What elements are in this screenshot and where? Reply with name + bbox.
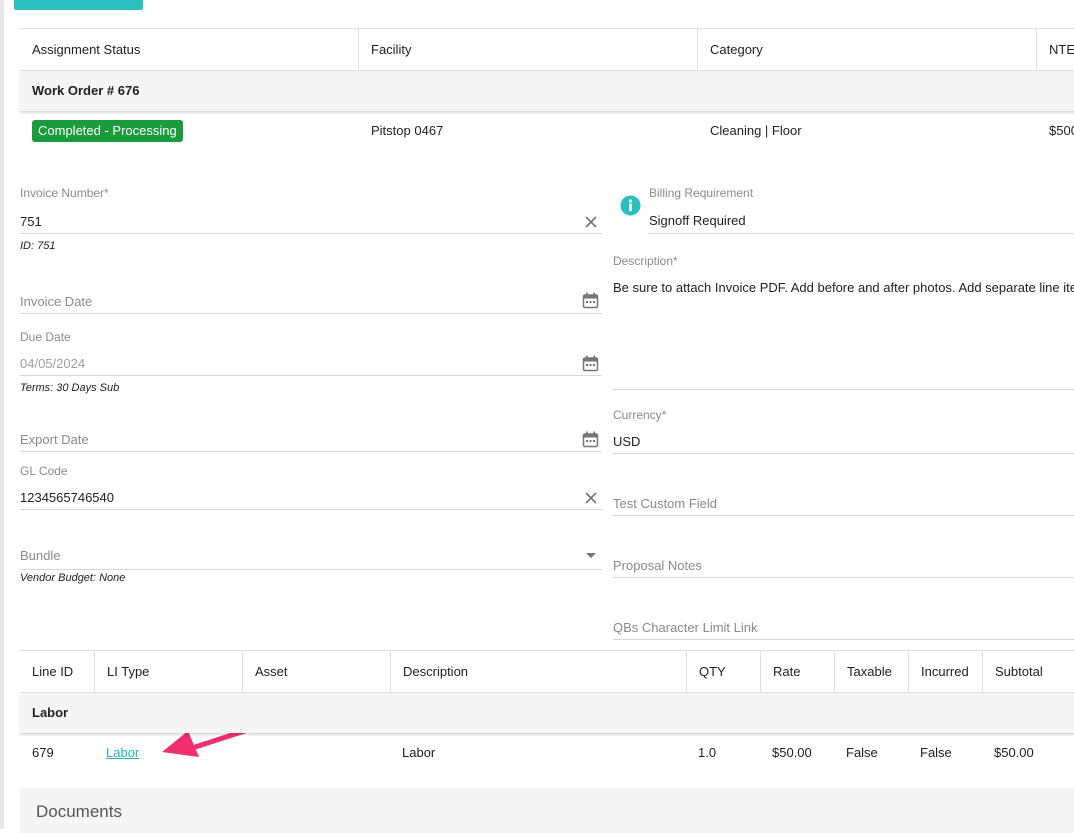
bundle-underline <box>20 569 602 570</box>
left-edge-rule <box>0 0 4 829</box>
test-custom-field-label: Test Custom Field <box>613 496 718 511</box>
gl-code-label: GL Code <box>20 464 68 478</box>
gl-code-field[interactable]: GL Code 1234565746540 <box>20 464 602 512</box>
billing-requirement-value: Signoff Required <box>649 213 746 228</box>
calendar-icon[interactable] <box>582 355 599 372</box>
terms-hint: Terms: 30 Days Sub <box>20 382 120 394</box>
work-order-group-row: Work Order # 676 <box>20 71 1074 111</box>
line-id-cell: 679 <box>32 745 54 760</box>
due-date-underline <box>20 375 602 376</box>
invoice-number-underline <box>20 233 602 234</box>
category-cell: Cleaning | Floor <box>710 123 802 138</box>
col-facility[interactable]: Facility <box>358 29 697 70</box>
li-type-cell: Labor <box>94 733 139 773</box>
incurred-cell: False <box>920 745 952 760</box>
bundle-select[interactable]: Bundle <box>20 546 602 572</box>
col-qty[interactable]: QTY <box>686 651 760 692</box>
facility-cell: Pitstop 0467 <box>371 123 444 138</box>
test-custom-field[interactable]: Test Custom Field <box>613 494 1074 518</box>
invoice-date-underline <box>20 313 602 314</box>
bundle-label: Bundle <box>20 548 61 563</box>
export-date-underline <box>20 451 602 452</box>
invoice-date-label: Invoice Date <box>20 294 93 309</box>
currency-input[interactable]: USD <box>613 434 640 449</box>
currency-field[interactable]: Currency* USD <box>613 408 1074 456</box>
due-date-label: Due Date <box>20 330 71 344</box>
col-line-id[interactable]: Line ID <box>20 651 94 692</box>
billing-requirement-underline <box>649 233 1074 234</box>
invoice-number-label: Invoice Number* <box>20 186 109 200</box>
test-custom-field-underline <box>613 515 1074 516</box>
export-date-label: Export Date <box>20 432 89 447</box>
invoice-number-input[interactable]: 751 <box>20 214 42 229</box>
qty-cell: 1.0 <box>698 745 717 760</box>
invoice-id-hint: ID: 751 <box>20 240 56 252</box>
taxable-cell: False <box>846 745 878 760</box>
col-asset[interactable]: Asset <box>242 651 390 692</box>
rate-cell: $50.00 <box>772 745 812 760</box>
due-date-field[interactable]: Due Date 04/05/2024 <box>20 330 602 378</box>
work-order-table: Assignment Status Facility Category NTE … <box>20 28 1074 151</box>
col-li-type[interactable]: LI Type <box>94 651 242 692</box>
work-order-header-row: Assignment Status Facility Category NTE <box>20 28 1074 71</box>
status-badge: Completed - Processing <box>32 120 183 142</box>
description-field[interactable]: Description* Be sure to attach Invoice P… <box>613 254 1074 392</box>
col-category[interactable]: Category <box>697 29 1036 70</box>
clear-icon[interactable] <box>584 215 598 229</box>
currency-underline <box>613 453 1074 454</box>
info-icon[interactable] <box>620 195 641 216</box>
status-cell: Completed - Processing <box>20 111 183 151</box>
vendor-budget-hint: Vendor Budget: None <box>20 572 126 584</box>
qbs-character-limit-link-label: QBs Character Limit Link <box>613 620 758 635</box>
clear-icon[interactable] <box>584 491 598 505</box>
col-assignment-status[interactable]: Assignment Status <box>20 29 358 70</box>
invoice-date-field[interactable]: Invoice Date <box>20 292 602 316</box>
gl-code-input[interactable]: 1234565746540 <box>20 490 114 505</box>
top-action-button[interactable] <box>14 0 143 10</box>
qbs-character-limit-link-field[interactable]: QBs Character Limit Link <box>613 618 1074 642</box>
description-label: Description* <box>613 254 678 268</box>
description-textarea[interactable]: Be sure to attach Invoice PDF. Add befor… <box>613 280 1074 295</box>
qbs-character-limit-link-underline <box>613 639 1074 640</box>
col-incurred[interactable]: Incurred <box>908 651 982 692</box>
li-type-link[interactable]: Labor <box>106 745 139 760</box>
proposal-notes-underline <box>613 577 1074 578</box>
gl-code-underline <box>20 509 602 510</box>
description-underline <box>613 389 1074 390</box>
calendar-icon[interactable] <box>582 431 599 448</box>
documents-section: Documents <box>20 788 1074 833</box>
table-row[interactable]: Completed - Processing Pitstop 0467 Clea… <box>20 111 1074 151</box>
proposal-notes-label: Proposal Notes <box>613 558 702 573</box>
line-items-group-row: Labor <box>20 693 1074 733</box>
billing-requirement-field: Billing Requirement Signoff Required <box>649 186 1074 236</box>
line-items-header-row: Line ID LI Type Asset Description QTY Ra… <box>20 650 1074 693</box>
subtotal-cell: $50.00 <box>994 745 1034 760</box>
calendar-icon[interactable] <box>582 292 599 309</box>
documents-title: Documents <box>36 802 122 821</box>
invoice-number-field[interactable]: Invoice Number* 751 <box>20 186 602 236</box>
col-description[interactable]: Description <box>390 651 686 692</box>
dropdown-arrow-icon[interactable] <box>586 553 596 559</box>
currency-label: Currency* <box>613 408 667 422</box>
col-taxable[interactable]: Taxable <box>834 651 908 692</box>
description-cell: Labor <box>402 745 436 760</box>
due-date-input[interactable]: 04/05/2024 <box>20 356 85 371</box>
col-rate[interactable]: Rate <box>760 651 834 692</box>
col-nte[interactable]: NTE <box>1036 29 1074 70</box>
proposal-notes-field[interactable]: Proposal Notes <box>613 556 1074 580</box>
nte-cell: $500 <box>1049 123 1074 138</box>
col-subtotal[interactable]: Subtotal <box>982 651 1074 692</box>
billing-requirement-label: Billing Requirement <box>649 186 754 200</box>
export-date-field[interactable]: Export Date <box>20 430 602 454</box>
